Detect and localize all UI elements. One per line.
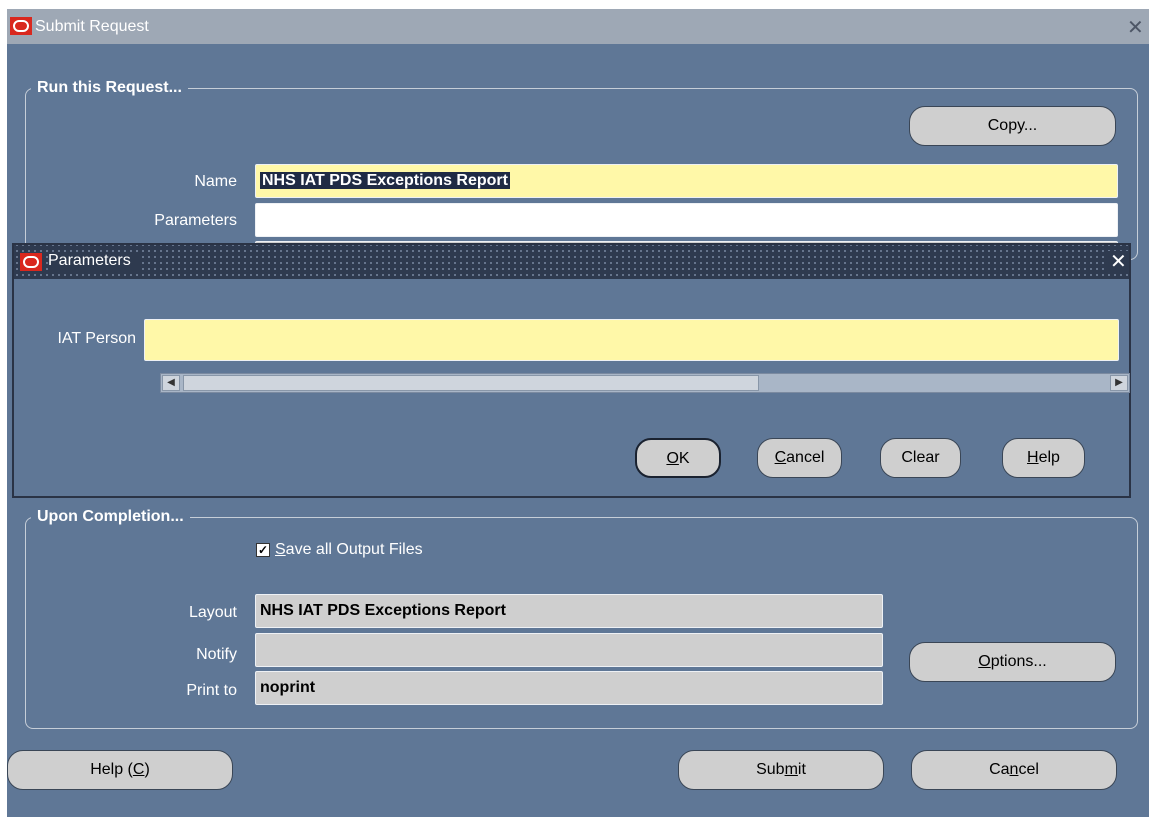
parameters-field[interactable] xyxy=(255,203,1118,237)
oracle-logo-icon xyxy=(10,17,32,35)
ok-button[interactable]: OK xyxy=(635,438,721,478)
cancel-button[interactable]: Cancel xyxy=(911,750,1117,790)
notify-label: Notify xyxy=(196,646,237,663)
copy-button[interactable]: Copy... xyxy=(909,106,1116,146)
clear-button[interactable]: Clear xyxy=(880,438,961,478)
close-icon[interactable]: ✕ xyxy=(1108,251,1129,271)
oracle-logo-icon xyxy=(20,253,42,271)
name-field[interactable]: NHS IAT PDS Exceptions Report xyxy=(255,164,1118,198)
layout-field[interactable]: NHS IAT PDS Exceptions Report xyxy=(255,594,883,628)
completion-legend: Upon Completion... xyxy=(31,508,190,526)
window-title: Submit Request xyxy=(35,18,149,35)
submit-button[interactable]: Submit xyxy=(678,750,884,790)
parameters-horizontal-scrollbar[interactable]: ◀ ▶ xyxy=(160,373,1130,393)
name-label: Name xyxy=(194,173,237,190)
parameters-dialog-titlebar[interactable]: Parameters ✕ xyxy=(14,245,1129,279)
iat-person-label: IAT Person xyxy=(57,330,136,347)
help-button[interactable]: Help (C) xyxy=(7,750,233,790)
parameters-label: Parameters xyxy=(154,212,237,229)
options-button[interactable]: Options... xyxy=(909,642,1116,682)
help-dialog-button[interactable]: Help xyxy=(1002,438,1085,478)
window-titlebar[interactable]: Submit Request ✕ xyxy=(7,9,1149,44)
parameters-dialog-title: Parameters xyxy=(48,252,139,270)
print-to-field[interactable]: noprint xyxy=(255,671,883,705)
close-icon[interactable]: ✕ xyxy=(1127,17,1144,37)
iat-person-field[interactable] xyxy=(144,319,1119,361)
scroll-thumb[interactable] xyxy=(183,375,759,391)
scroll-right-arrow-icon[interactable]: ▶ xyxy=(1110,375,1128,391)
notify-field[interactable] xyxy=(255,633,883,667)
name-field-text: NHS IAT PDS Exceptions Report xyxy=(260,172,510,189)
save-output-label[interactable]: Save all Output Files xyxy=(275,541,423,559)
print-to-label: Print to xyxy=(186,682,237,699)
cancel-dialog-button[interactable]: Cancel xyxy=(757,438,842,478)
save-output-checkbox[interactable]: ✓ xyxy=(256,543,270,557)
run-request-legend: Run this Request... xyxy=(31,79,188,97)
scroll-left-arrow-icon[interactable]: ◀ xyxy=(162,375,180,391)
layout-label: Layout xyxy=(188,604,237,621)
parameters-dialog: Parameters ✕ IAT Person ◀ ▶ OK Cancel Cl… xyxy=(12,243,1131,498)
